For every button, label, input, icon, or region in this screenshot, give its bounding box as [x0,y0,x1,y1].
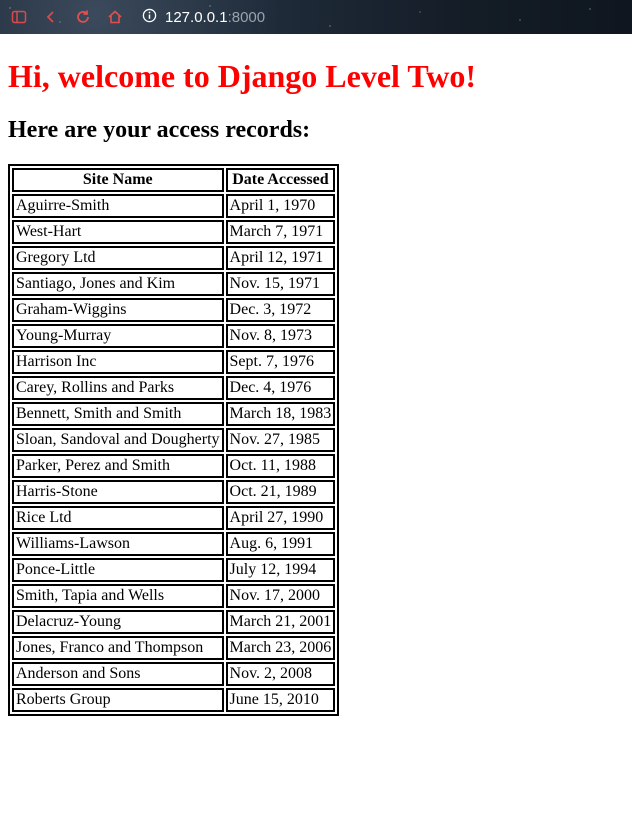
date-accessed-cell: March 23, 2006 [225,636,336,660]
date-accessed-cell: March 18, 1983 [225,402,336,426]
table-row: Carey, Rollins and Parks Dec. 4, 1976 [12,376,336,400]
site-name-cell: Anderson and Sons [12,662,224,686]
table-row: Sloan, Sandoval and Dougherty Nov. 27, 19… [12,428,336,452]
nav-buttons [0,8,124,26]
table-row: Santiago, Jones and Kim Nov. 15, 1971 [12,272,336,296]
url-text[interactable]: 127.0.0.1:8000 [165,9,265,26]
table-row: Roberts Group June 15, 2010 [12,688,336,712]
site-name-cell: Graham-Wiggins [12,298,224,322]
info-icon[interactable] [142,8,157,27]
date-accessed-cell: March 7, 1971 [225,220,336,244]
date-accessed-cell: Nov. 17, 2000 [225,584,336,608]
browser-toolbar: 127.0.0.1:8000 [0,0,632,34]
sidebar-icon[interactable] [10,8,28,26]
table-row: Delacruz-Young March 21, 2001 [12,610,336,634]
site-name-cell: Carey, Rollins and Parks [12,376,224,400]
url-port: :8000 [227,8,266,26]
table-row: West-Hart March 7, 1971 [12,220,336,244]
date-accessed-cell: July 12, 1994 [225,558,336,582]
table-row: Young-Murray Nov. 8, 1973 [12,324,336,348]
site-name-cell: Williams-Lawson [12,532,224,556]
table-header-row: Site Name Date Accessed [12,168,336,192]
table-row: Aguirre-Smith April 1, 1970 [12,194,336,218]
date-accessed-cell: June 15, 2010 [225,688,336,712]
date-accessed-cell: Oct. 11, 1988 [225,454,336,478]
reload-icon[interactable] [74,8,92,26]
site-name-cell: Parker, Perez and Smith [12,454,224,478]
date-accessed-cell: April 27, 1990 [225,506,336,530]
table-row: Smith, Tapia and Wells Nov. 17, 2000 [12,584,336,608]
site-name-cell: Santiago, Jones and Kim [12,272,224,296]
page-title: Hi, welcome to Django Level Two! [8,58,477,94]
site-name-cell: Bennett, Smith and Smith [12,402,224,426]
site-name-cell: West-Hart [12,220,224,244]
date-accessed-cell: March 21, 2001 [225,610,336,634]
table-row: Gregory Ltd April 12, 1971 [12,246,336,270]
home-icon[interactable] [106,8,124,26]
date-accessed-cell: Dec. 3, 1972 [225,298,336,322]
table-row: Ponce-Little July 12, 1994 [12,558,336,582]
site-name-cell: Harrison Inc [12,350,224,374]
table-body: Aguirre-Smith April 1, 1970 West-Hart March… [12,194,336,712]
site-name-cell: Sloan, Sandoval and Dougherty [12,428,224,452]
site-name-cell: Harris-Stone [12,480,224,504]
address-bar[interactable]: 127.0.0.1:8000 [142,8,265,27]
date-accessed-cell: Nov. 27, 1985 [225,428,336,452]
site-name-cell: Roberts Group [12,688,224,712]
site-name-cell: Smith, Tapia and Wells [12,584,224,608]
site-name-cell: Rice Ltd [12,506,224,530]
table-row: Anderson and Sons Nov. 2, 2008 [12,662,336,686]
page-content: Hi, welcome to Django Level Two! Here ar… [0,56,632,716]
table-row: Harris-Stone Oct. 21, 1989 [12,480,336,504]
table-row: Jones, Franco and Thompson March 23, 2006 [12,636,336,660]
date-accessed-cell: Aug. 6, 1991 [225,532,336,556]
date-accessed-cell: Nov. 15, 1971 [225,272,336,296]
table-row: Bennett, Smith and Smith March 18, 1983 [12,402,336,426]
back-icon[interactable] [42,8,60,26]
date-accessed-cell: April 1, 1970 [225,194,336,218]
site-name-cell: Gregory Ltd [12,246,224,270]
access-records-table: Site Name Date Accessed Aguirre-Smith Apr… [8,164,340,716]
date-accessed-cell: Sept. 7, 1976 [225,350,336,374]
date-accessed-cell: Oct. 21, 1989 [225,480,336,504]
header-date-accessed: Date Accessed [225,168,336,192]
site-name-cell: Aguirre-Smith [12,194,224,218]
date-accessed-cell: Nov. 8, 1973 [225,324,336,348]
table-row: Harrison Inc Sept. 7, 1976 [12,350,336,374]
header-site-name: Site Name [12,168,224,192]
date-accessed-cell: Dec. 4, 1976 [225,376,336,400]
date-accessed-cell: Nov. 2, 2008 [225,662,336,686]
table-row: Graham-Wiggins Dec. 3, 1972 [12,298,336,322]
site-name-cell: Ponce-Little [12,558,224,582]
site-name-cell: Young-Murray [12,324,224,348]
page-subtitle: Here are your access records: [8,117,311,143]
date-accessed-cell: April 12, 1971 [225,246,336,270]
site-name-cell: Jones, Franco and Thompson [12,636,224,660]
table-row: Rice Ltd April 27, 1990 [12,506,336,530]
table-row: Williams-Lawson Aug. 6, 1991 [12,532,336,556]
site-name-cell: Delacruz-Young [12,610,224,634]
url-host: 127.0.0.1 [165,8,228,26]
table-row: Parker, Perez and Smith Oct. 11, 1988 [12,454,336,478]
